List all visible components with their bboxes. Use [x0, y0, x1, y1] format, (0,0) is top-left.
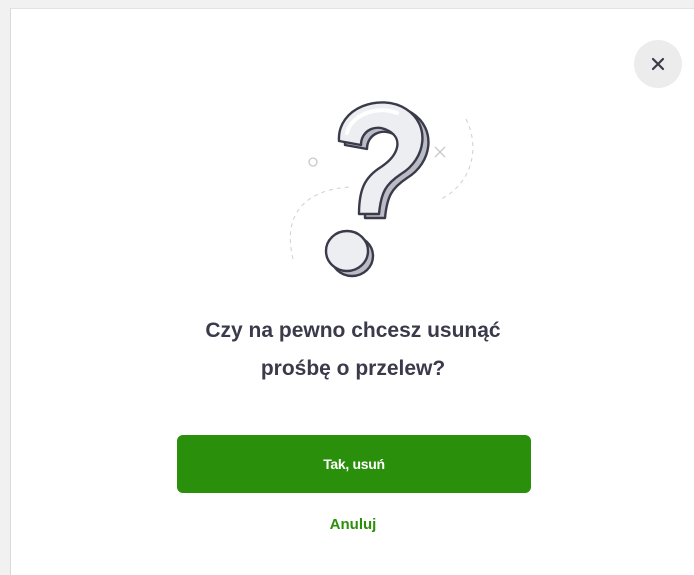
confirm-delete-button[interactable]: Tak, usuń	[177, 435, 531, 493]
close-button[interactable]	[634, 40, 682, 88]
cancel-link[interactable]: Anuluj	[11, 516, 694, 533]
question-mark-icon	[289, 101, 474, 278]
dialog-question: Czy na pewno chcesz usunąć prośbę o prze…	[11, 312, 694, 388]
close-icon	[651, 57, 665, 71]
delete-confirmation-dialog: Czy na pewno chcesz usunąć prośbę o prze…	[10, 8, 694, 575]
question-line-2: prośbę o przelew?	[260, 357, 446, 380]
question-line-1: Czy na pewno chcesz usunąć	[205, 319, 501, 342]
